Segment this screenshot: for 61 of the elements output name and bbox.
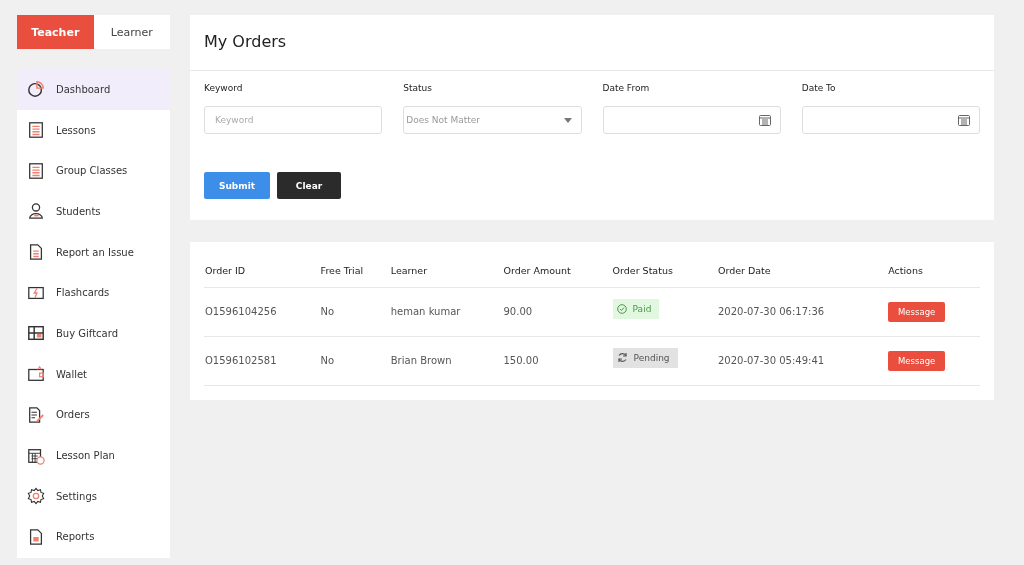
column-header: Order Date [716,254,888,287]
sidebar-item-label: Students [56,205,101,217]
field-label: Status [403,83,433,93]
settings-icon [27,487,45,506]
keyword-field[interactable]: Keyword [204,106,383,134]
table-cell: O1596104256 [204,287,320,336]
sidebar-item-label: Group Classes [56,165,128,177]
sidebar-item-label: Flashcards [56,287,110,299]
table-cell: No [319,287,390,336]
sidebar-item-label: Report an Issue [56,246,134,258]
sidebar-item-label: Buy Giftcard [56,327,118,339]
check-circle-icon [616,303,627,314]
calendar-icon[interactable] [958,114,970,126]
file-icon [27,243,45,262]
column-header: Order ID [204,254,320,287]
table-cell: heman kumar [389,287,503,336]
refresh-icon [616,352,628,363]
table-cell: 150.00 [502,336,612,385]
sidebar-item-label: Settings [56,490,97,502]
sidebar-item-label: Reports [56,531,95,543]
gift-card-icon [27,324,45,343]
document-icon [27,161,45,180]
table-cell: O1596102581 [204,336,320,385]
pie-chart-icon [27,80,45,99]
status-badge: Pending [612,347,678,368]
sidebar-item-label: Lesson Plan [56,450,115,462]
role-tab[interactable]: Learner [93,15,170,49]
table-cell: 2020-07-30 05:49:41 [716,336,888,385]
table-cell: 90.00 [502,287,612,336]
document-pencil-icon [27,405,45,424]
column-header: Free Trial [319,254,390,287]
column-header: Actions [887,254,980,287]
field-label: Date From [602,83,651,93]
table-cell: No [319,336,390,385]
page-title: My Orders [190,15,994,71]
sidebar-item-label: Orders [56,409,90,421]
caret-icon [563,117,572,123]
user-icon [27,202,45,221]
sidebar-item-label: Lessons [56,124,96,136]
document-icon [27,121,45,140]
sidebar-item-label: Dashboard [56,83,111,95]
message-button[interactable]: Message [888,350,946,371]
message-button[interactable]: Message [888,301,946,322]
column-header: Learner [389,254,503,287]
clear-button[interactable]: Clear [277,172,341,199]
date-field[interactable] [801,106,980,134]
calendar-clock-icon [27,446,45,465]
sidebar-item-label: Wallet [56,368,87,380]
status-badge: Paid [612,298,660,319]
table-cell: 2020-07-30 06:17:36 [716,287,888,336]
wallet-icon [27,365,45,384]
field-label: Date To [801,83,837,93]
column-header: Order Amount [502,254,612,287]
calendar-icon[interactable] [758,114,771,126]
date-field[interactable] [602,106,781,134]
role-tab[interactable]: Teacher [17,15,94,49]
table-cell: Brian Brown [389,336,503,385]
field-label: Keyword [204,83,244,93]
sidebar-item[interactable]: Dashboard [17,69,170,110]
column-header: Order Status [611,254,717,287]
report-icon [27,527,45,546]
